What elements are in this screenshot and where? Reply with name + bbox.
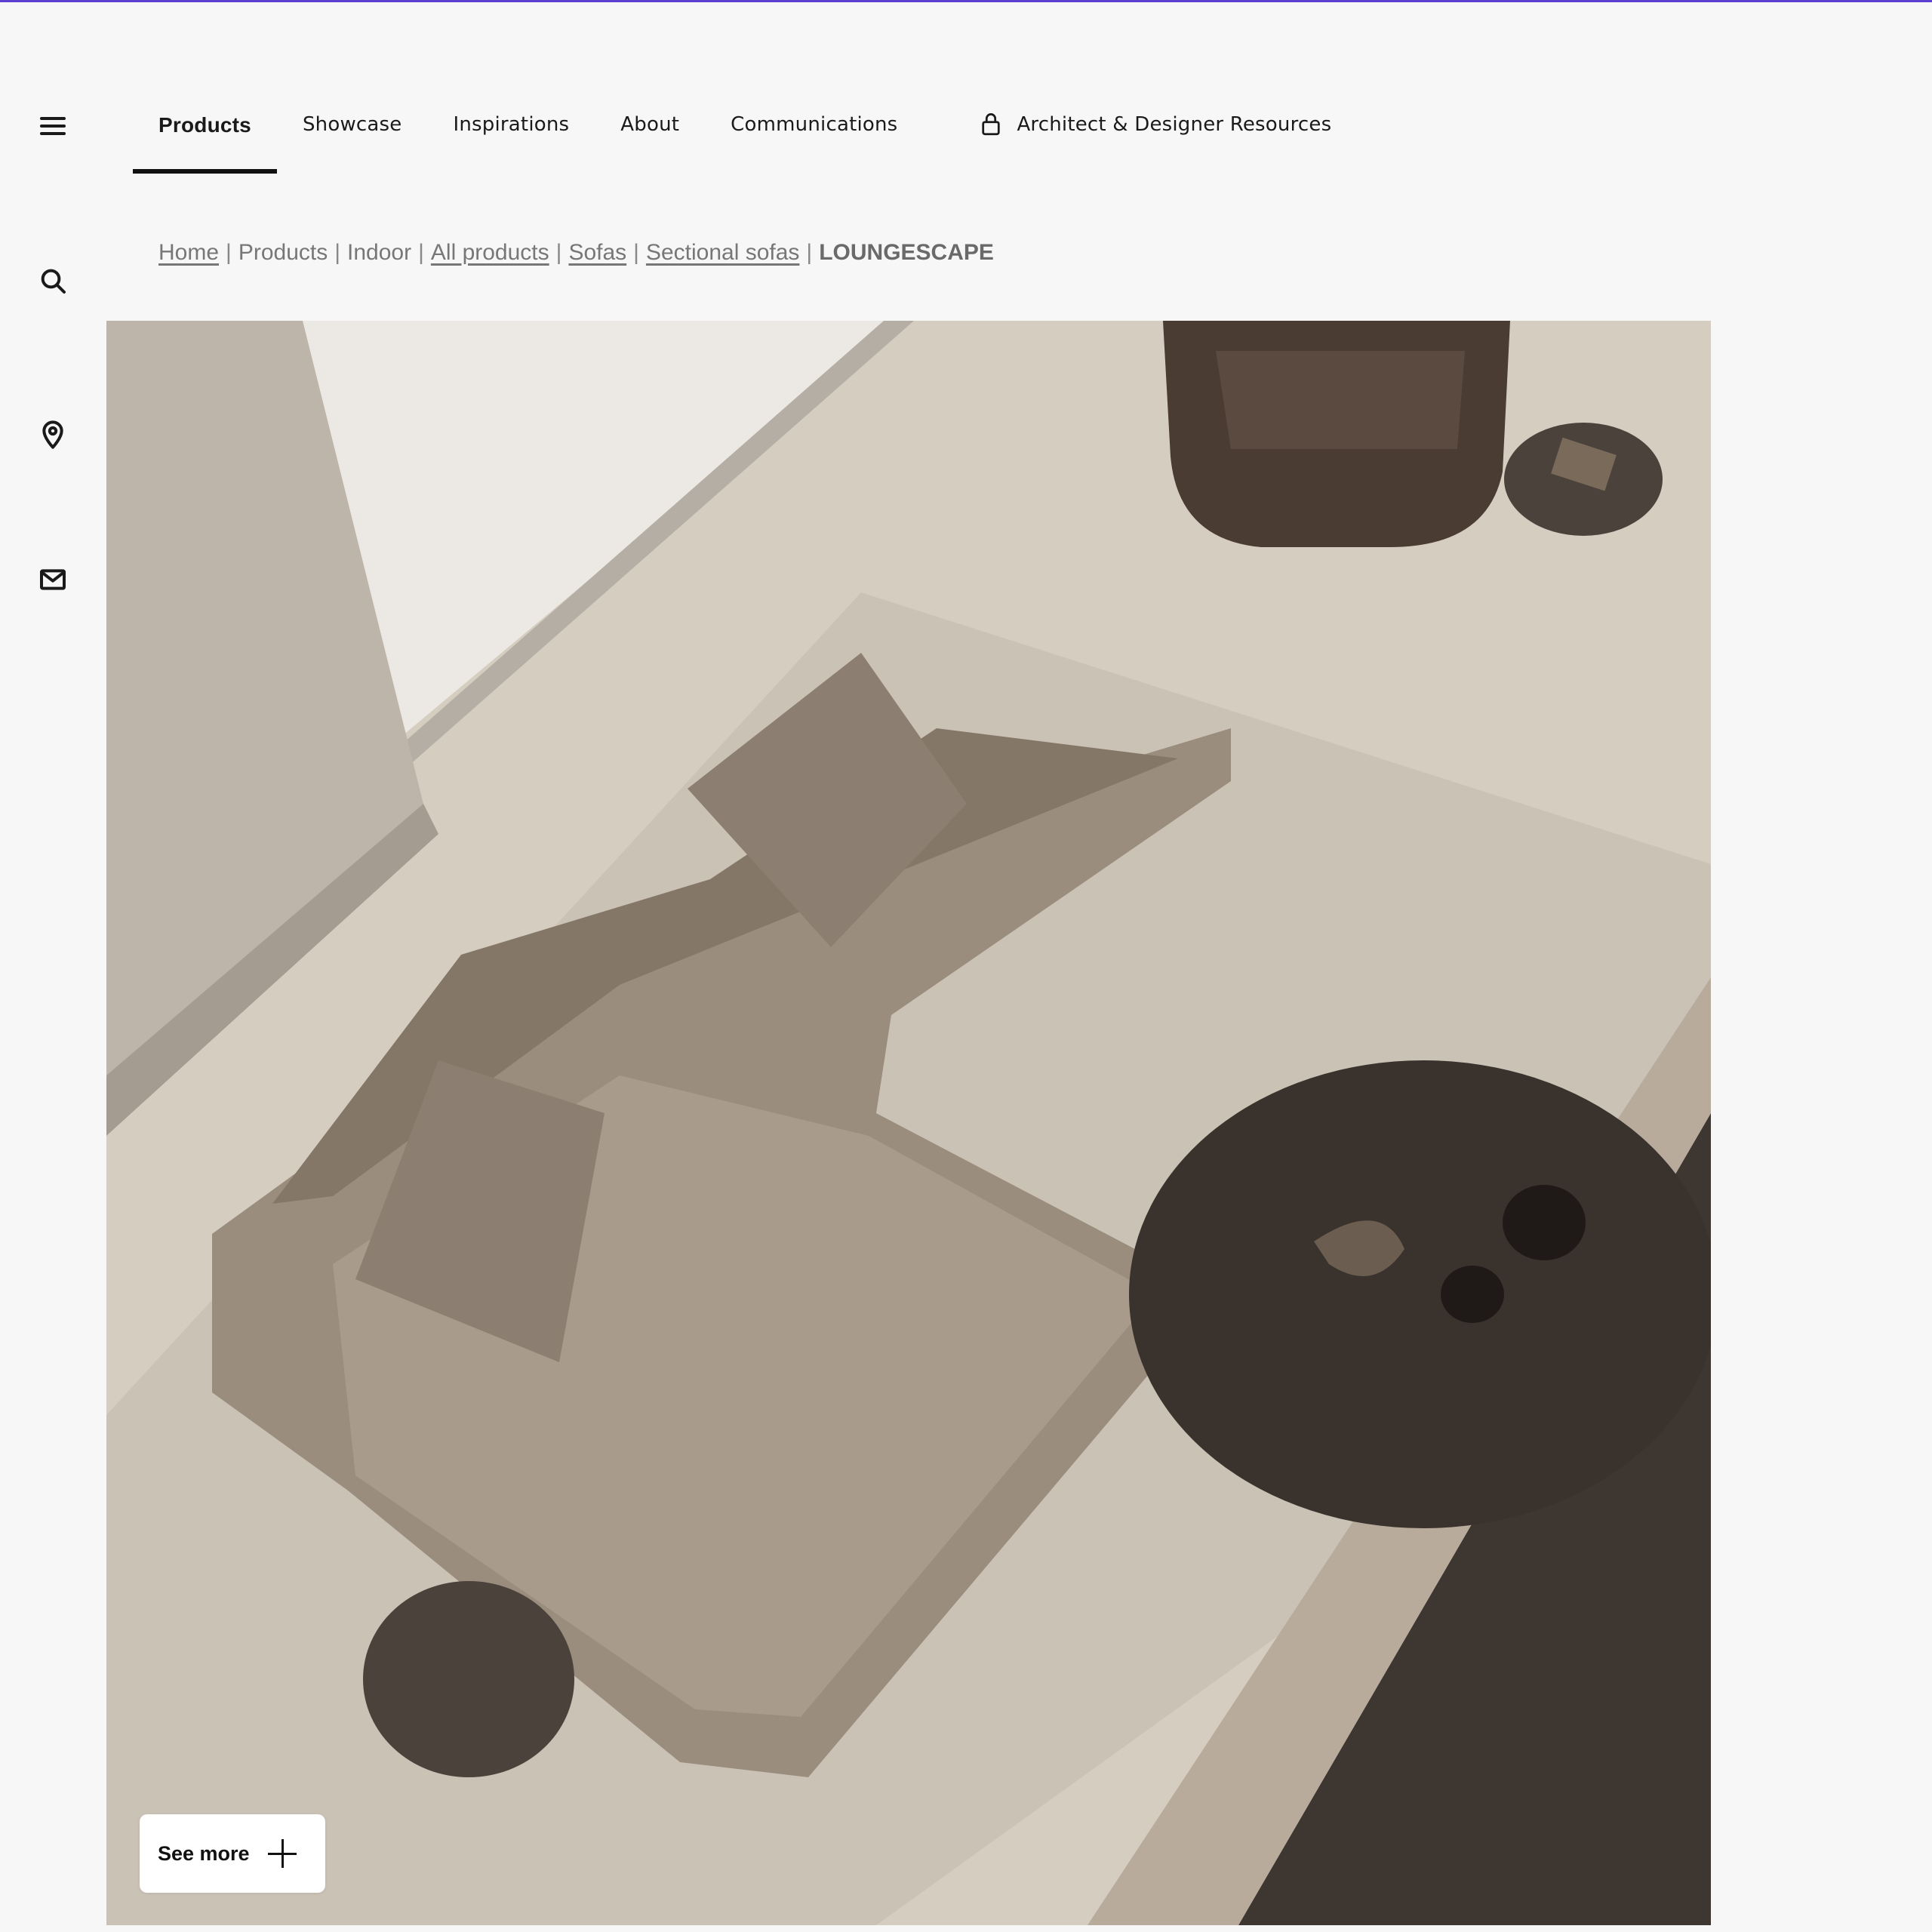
breadcrumb-sofas[interactable]: Sofas [568,240,626,266]
nav-item-label: Inspirations [453,113,570,136]
breadcrumb-current-product: LOUNGESCAPE [819,240,994,265]
nav-item-inspirations[interactable]: Inspirations [427,98,595,174]
nav-item-label: Showcase [302,113,402,136]
nav-item-label: Products [158,113,251,137]
nav-item-products[interactable]: Products [133,98,277,174]
hero-illustration [106,321,1711,1925]
nav-item-label: Communications [731,113,898,136]
breadcrumb-separator: | [633,240,639,265]
vase [1503,1185,1586,1260]
nav-item-about[interactable]: About [595,98,705,174]
breadcrumb-home[interactable]: Home [158,240,219,266]
breadcrumb-indoor: Indoor [347,240,412,265]
breadcrumb-separator: | [334,240,341,265]
armchair-seat [1216,351,1465,449]
coffee-table [1129,1060,1711,1528]
breadcrumb-sectional-sofas[interactable]: Sectional sofas [646,240,799,266]
nav-item-architect-designer-resources[interactable]: Architect & Designer Resources [955,98,1357,174]
top-accent-bar [0,0,1932,2]
nav-item-communications[interactable]: Communications [705,98,955,174]
see-more-label: See more [158,1841,250,1865]
plus-icon [267,1839,297,1868]
breadcrumb-all-products[interactable]: All products [431,240,549,266]
nav-item-label: Architect & Designer Resources [1017,113,1332,136]
menu-icon[interactable] [36,109,69,143]
page: Products Showcase Inspirations About Com… [0,0,1932,1932]
location-pin-icon[interactable] [36,418,69,451]
breadcrumb-separator: | [555,240,562,265]
see-more-button[interactable]: See more [140,1814,325,1893]
breadcrumb: Home | Products | Indoor | All products … [158,240,994,266]
breadcrumb-separator: | [806,240,813,265]
nav-item-label: About [620,113,680,136]
breadcrumb-separator: | [226,240,232,265]
side-table [363,1581,574,1777]
lock-icon [980,112,1001,136]
mail-icon[interactable] [36,563,69,596]
nav-item-showcase[interactable]: Showcase [277,98,428,174]
main-nav: Products Showcase Inspirations About Com… [133,98,1357,174]
product-hero-image[interactable]: See more [106,321,1711,1925]
search-icon[interactable] [36,264,69,297]
vase [1441,1266,1504,1323]
breadcrumb-products: Products [238,240,328,265]
breadcrumb-separator: | [418,240,424,265]
